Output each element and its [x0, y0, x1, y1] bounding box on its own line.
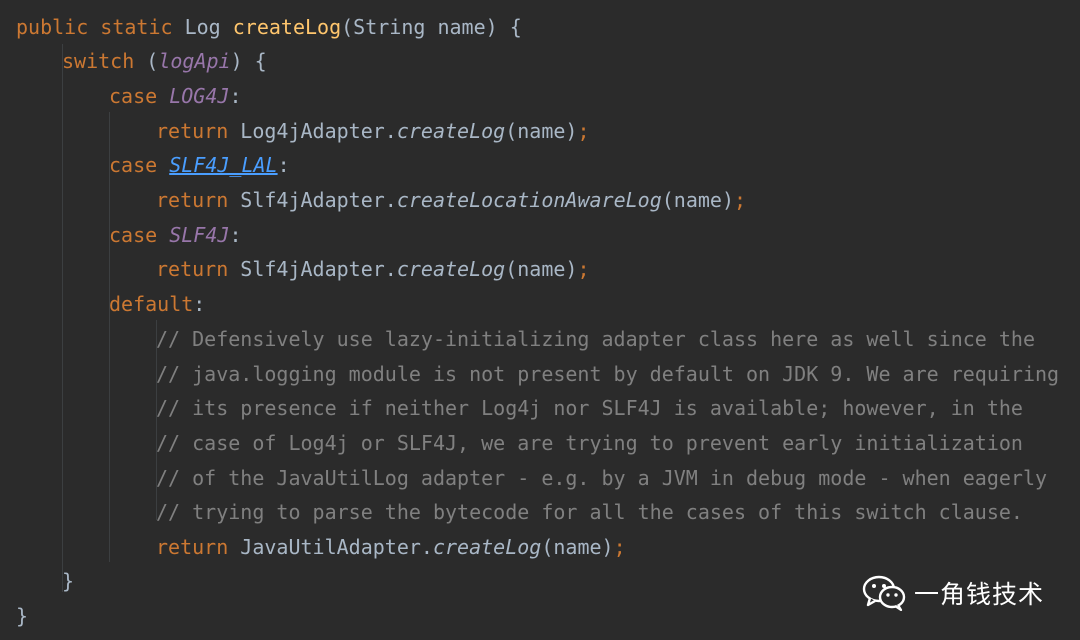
code-line[interactable]: public static Log createLog(String name)… [16, 10, 522, 44]
code-token: case [109, 223, 170, 247]
code-line[interactable]: return Slf4jAdapter.createLog(name); [156, 252, 590, 286]
code-token: Log4jAdapter. [240, 119, 397, 143]
code-token: : [229, 84, 242, 108]
code-line[interactable]: return Log4jAdapter.createLog(name); [156, 114, 590, 148]
code-token: LOG4J [169, 84, 230, 108]
code-token: createLog [396, 119, 506, 143]
code-token: // Defensively use lazy-initializing ada… [156, 327, 1035, 351]
indent-guide [62, 44, 63, 592]
code-token: // of the JavaUtilLog adapter - e.g. by … [156, 466, 1048, 490]
code-token: : [229, 223, 242, 247]
code-token: ; [613, 535, 626, 559]
code-token: Slf4jAdapter. [240, 257, 397, 281]
code-line[interactable]: // trying to parse the bytecode for all … [156, 495, 1023, 529]
code-token: createLog [432, 535, 542, 559]
code-token: (name) [661, 188, 734, 212]
code-line[interactable]: // java.logging module is not present by… [156, 357, 1059, 391]
code-token: JavaUtilAdapter. [240, 535, 433, 559]
code-token: // case of Log4j or SLF4J, we are trying… [156, 431, 1023, 455]
code-token: return [156, 188, 241, 212]
code-token: ; [577, 119, 590, 143]
code-token: } [16, 604, 29, 628]
code-token: // java.logging module is not present by… [156, 362, 1060, 386]
code-token: : [193, 292, 206, 316]
code-line[interactable]: switch (logApi) { [62, 44, 267, 78]
code-token: return [156, 119, 241, 143]
code-token: (String name) { [341, 15, 522, 39]
code-line[interactable]: return JavaUtilAdapter.createLog(name); [156, 530, 626, 564]
code-token: case [109, 84, 170, 108]
code-line[interactable]: return Slf4jAdapter.createLocationAwareL… [156, 183, 746, 217]
code-line[interactable]: case LOG4J: [109, 79, 241, 113]
code-line[interactable]: case SLF4J_LAL: [109, 148, 290, 182]
code-token: // trying to parse the bytecode for all … [156, 500, 1023, 524]
code-token: public [16, 15, 101, 39]
code-token: (name) [505, 119, 578, 143]
code-token: return [156, 535, 241, 559]
code-token: createLog [396, 257, 506, 281]
code-token: (name) [541, 535, 614, 559]
code-token: logApi [158, 49, 231, 73]
watermark: 一角钱技术 [862, 572, 1044, 614]
code-token: createLocationAwareLog [396, 188, 662, 212]
code-line[interactable]: // of the JavaUtilLog adapter - e.g. by … [156, 461, 1047, 495]
code-token: case [109, 153, 170, 177]
code-token: (name) [505, 257, 578, 281]
code-line[interactable]: // case of Log4j or SLF4J, we are trying… [156, 426, 1023, 460]
code-line[interactable]: } [62, 564, 74, 598]
code-token: ; [577, 257, 590, 281]
code-token: } [62, 569, 75, 593]
code-line[interactable]: case SLF4J: [109, 218, 241, 252]
code-token: SLF4J_LAL [169, 153, 278, 177]
code-token: Log [184, 15, 233, 39]
code-line[interactable]: // its presence if neither Log4j nor SLF… [156, 391, 1023, 425]
code-token: switch [62, 49, 147, 73]
code-token: ) { [230, 49, 267, 73]
code-token: return [156, 257, 241, 281]
code-token: ( [146, 49, 159, 73]
code-token: ; [734, 188, 747, 212]
code-token: Slf4jAdapter. [240, 188, 397, 212]
code-editor[interactable]: public static Log createLog(String name)… [0, 0, 1080, 640]
code-line[interactable]: } [16, 599, 28, 633]
code-token: static [100, 15, 185, 39]
code-token: // its presence if neither Log4j nor SLF… [156, 396, 1023, 420]
code-token: SLF4J [169, 223, 230, 247]
code-line[interactable]: // Defensively use lazy-initializing ada… [156, 322, 1035, 356]
code-token: default [109, 292, 194, 316]
watermark-text: 一角钱技术 [914, 580, 1045, 609]
code-token: createLog [232, 15, 342, 39]
code-token: : [277, 153, 290, 177]
code-line[interactable]: default: [109, 287, 205, 321]
wechat-icon [862, 575, 906, 611]
